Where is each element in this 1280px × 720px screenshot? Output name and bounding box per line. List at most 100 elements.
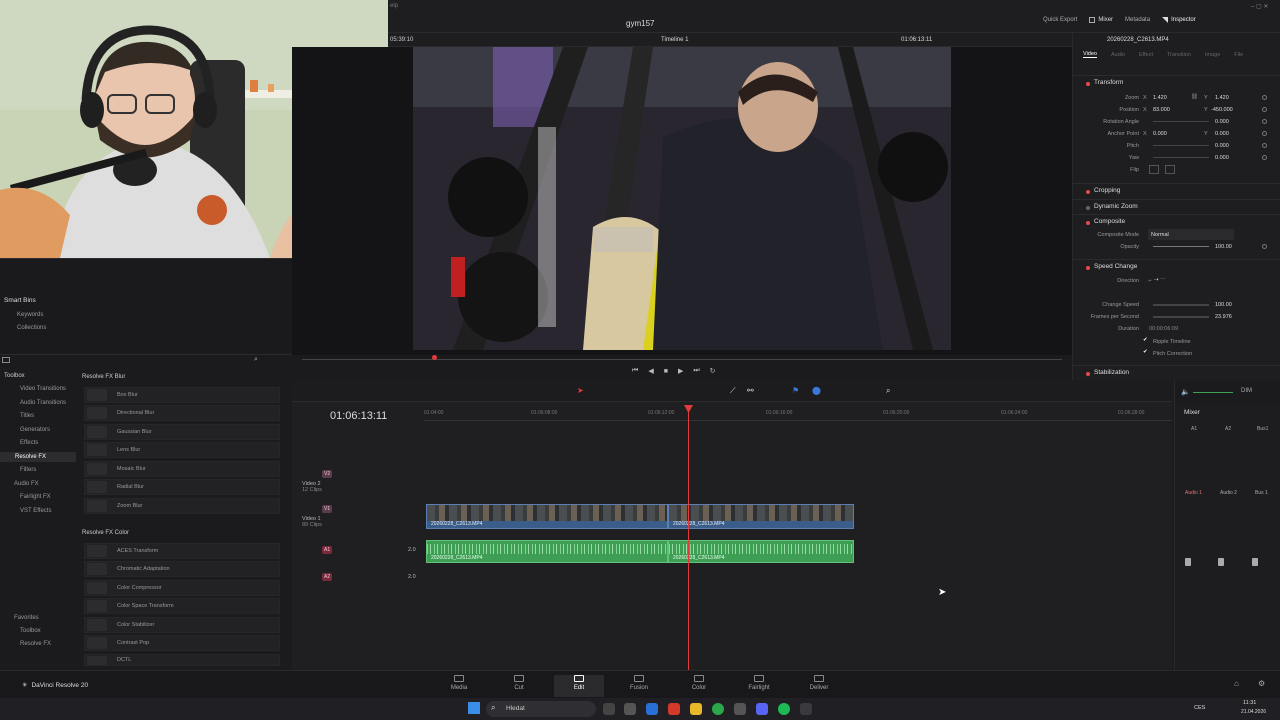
fx-item[interactable]: Color Space Transform: [84, 598, 280, 614]
tab-image[interactable]: Image: [1205, 52, 1220, 58]
reverse-icon[interactable]: ◀: [648, 367, 653, 375]
timeline-selector[interactable]: Timeline 1: [661, 37, 688, 43]
folder-icon[interactable]: [690, 703, 702, 715]
enable-dot[interactable]: [1086, 206, 1090, 210]
enable-dot[interactable]: [1086, 266, 1090, 270]
track-header-a1[interactable]: A1 2.0: [294, 546, 424, 554]
selection-tool-icon[interactable]: ➤: [577, 386, 584, 395]
speed-slider[interactable]: [1153, 304, 1209, 306]
blur-group-title[interactable]: Resolve FX Blur: [82, 374, 125, 380]
audio-fx-item[interactable]: Audio FX: [14, 481, 39, 487]
tab-audio[interactable]: Audio: [1111, 52, 1125, 58]
vst-effects-item[interactable]: VST Effects: [20, 508, 51, 514]
flag-icon[interactable]: ⚑: [792, 386, 799, 395]
fx-item[interactable]: Color Compressor: [84, 580, 280, 596]
stabilization-section[interactable]: Stabilization: [1073, 365, 1280, 380]
menu-help-fragment[interactable]: elp: [390, 3, 398, 9]
quick-export-button[interactable]: Quick Export: [1043, 17, 1077, 23]
dynamic-zoom-section[interactable]: Dynamic Zoom: [1073, 199, 1280, 214]
zoom-x-value[interactable]: 1.420: [1153, 95, 1167, 101]
pitch-correction-checkbox[interactable]: ✔: [1143, 349, 1148, 355]
smart-bin-collections[interactable]: Collections: [17, 325, 46, 331]
pitch-slider[interactable]: [1153, 145, 1209, 146]
opacity-value[interactable]: 100.00: [1215, 244, 1232, 250]
scrubber-playhead[interactable]: [432, 355, 437, 360]
fx-item[interactable]: Contrast Pop: [84, 635, 280, 651]
video-clip[interactable]: 20260228_C2613.MP4: [668, 504, 854, 529]
anchor-y-value[interactable]: 0.000: [1215, 131, 1229, 137]
app-icon[interactable]: [646, 703, 658, 715]
fx-item[interactable]: Directional Blur: [84, 405, 280, 421]
titles-item[interactable]: Titles: [20, 413, 34, 419]
start-icon[interactable]: [468, 702, 480, 714]
direction-forward-icon[interactable]: → ⇢ ⋯: [1147, 277, 1166, 283]
go-to-end-icon[interactable]: ⏭: [693, 367, 699, 375]
video-clip[interactable]: 20260228_C2613.MP4: [426, 504, 668, 529]
keyframe-icon[interactable]: [1262, 107, 1267, 112]
link-icon[interactable]: ⚯: [747, 386, 754, 395]
rotation-value[interactable]: 0.000: [1215, 119, 1229, 125]
spotify-icon[interactable]: [778, 703, 790, 715]
color-group-title[interactable]: Resolve FX Color: [82, 530, 129, 536]
yaw-slider[interactable]: [1153, 157, 1209, 158]
effects-item[interactable]: Effects: [20, 440, 38, 446]
fx-item[interactable]: Radial Blur: [84, 479, 280, 495]
keyframe-icon[interactable]: [1262, 244, 1267, 249]
link-icon[interactable]: ⛓: [1191, 94, 1198, 100]
favorites-resolve-fx-item[interactable]: Resolve FX: [20, 641, 51, 647]
page-deliver[interactable]: Deliver: [794, 675, 844, 691]
tab-file[interactable]: File: [1234, 52, 1243, 58]
position-x-value[interactable]: 83.000: [1153, 107, 1170, 113]
fader-handle[interactable]: [1218, 558, 1224, 566]
keyframe-icon[interactable]: [1262, 155, 1267, 160]
scrubber-track[interactable]: [302, 359, 1062, 360]
speaker-icon[interactable]: 🔈: [1181, 388, 1190, 396]
resolve-fx-item[interactable]: Resolve FX: [0, 452, 76, 462]
position-y-value[interactable]: -450.000: [1211, 107, 1233, 113]
favorites-toolbox-item[interactable]: Toolbox: [20, 628, 41, 634]
ripple-checkbox[interactable]: ✔: [1143, 337, 1148, 343]
fairlight-fx-item[interactable]: Fairlight FX: [20, 494, 51, 500]
fx-item[interactable]: Color Stabilizer: [84, 617, 280, 633]
timeline-viewer[interactable]: [292, 47, 1072, 355]
flip-vertical-icon[interactable]: [1165, 165, 1175, 174]
app-icon[interactable]: [734, 703, 746, 715]
fps-value[interactable]: 23.976: [1215, 314, 1232, 320]
keyframe-icon[interactable]: [1262, 143, 1267, 148]
opacity-slider[interactable]: [1153, 246, 1209, 247]
timeline-ruler[interactable]: 01:04:00 01:06:08:00 01:06:12:00 01:06:1…: [424, 407, 1172, 421]
marker-icon[interactable]: ⬤: [812, 386, 821, 395]
track-header-a2[interactable]: A2 2.0: [294, 573, 424, 581]
dim-button[interactable]: DIM: [1241, 388, 1252, 394]
fx-item[interactable]: Gaussian Blur: [84, 424, 280, 440]
cropping-section[interactable]: Cropping: [1073, 183, 1280, 198]
sidebar-toggle-icon[interactable]: [2, 357, 10, 363]
keyframe-icon[interactable]: [1262, 131, 1267, 136]
discord-icon[interactable]: [756, 703, 768, 715]
chrome-icon[interactable]: [712, 703, 724, 715]
enable-dot[interactable]: [1086, 372, 1090, 376]
fx-item[interactable]: Lens Blur: [84, 442, 280, 458]
snapping-icon[interactable]: ⟋: [730, 386, 736, 396]
volume-slider[interactable]: [1193, 392, 1233, 393]
rotation-slider[interactable]: [1153, 121, 1209, 122]
keyframe-icon[interactable]: [1262, 95, 1267, 100]
zoom-icon[interactable]: ⌕: [886, 386, 890, 396]
speed-change-section[interactable]: Speed Change: [1073, 259, 1280, 274]
window-controls[interactable]: – ▢ ✕: [1251, 3, 1268, 10]
generators-item[interactable]: Generators: [20, 427, 50, 433]
gear-icon[interactable]: ⚙: [1258, 679, 1265, 688]
favorites-item[interactable]: Favorites: [14, 615, 39, 621]
stop-icon[interactable]: ■: [664, 368, 668, 375]
enable-dot[interactable]: [1086, 82, 1090, 86]
filters-item[interactable]: Filters: [20, 467, 36, 473]
fx-item[interactable]: Mosaic Blur: [84, 461, 280, 477]
task-view-icon[interactable]: [603, 703, 615, 715]
pitch-value[interactable]: 0.000: [1215, 143, 1229, 149]
app-icon[interactable]: [668, 703, 680, 715]
fader-handle[interactable]: [1185, 558, 1191, 566]
language-indicator[interactable]: CES: [1194, 705, 1205, 711]
play-icon[interactable]: ▶: [678, 367, 683, 375]
taskbar-search[interactable]: ⌕ Hledat: [486, 701, 596, 717]
composite-section[interactable]: Composite: [1073, 214, 1280, 229]
